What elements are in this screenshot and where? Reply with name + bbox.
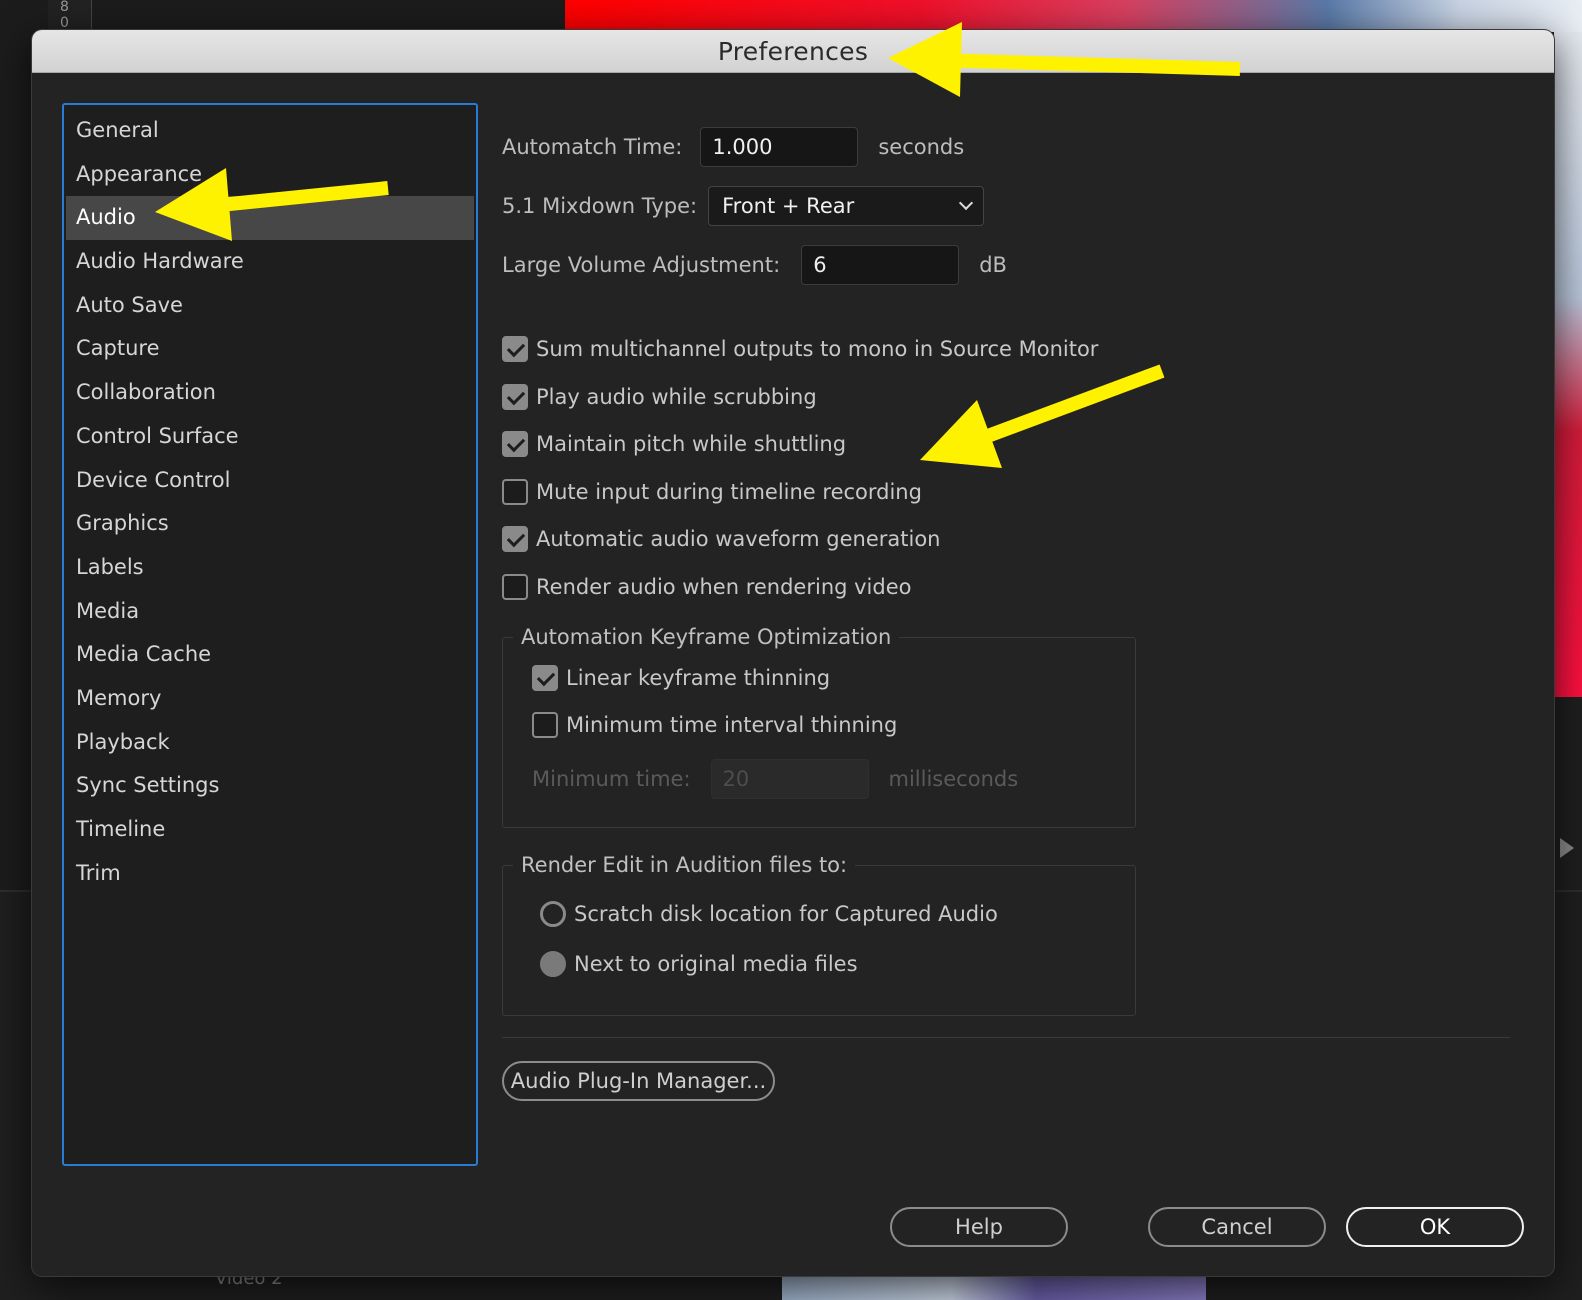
checkbox-render-audio[interactable] (502, 574, 528, 600)
chevron-down-icon (959, 195, 974, 211)
category-sync-settings[interactable]: Sync Settings (66, 764, 474, 808)
dialog-titlebar[interactable]: Preferences (32, 30, 1554, 73)
timeline-clip[interactable] (782, 1272, 1206, 1300)
checkbox-sum-mono[interactable] (502, 336, 528, 362)
checkbox-waveform[interactable] (502, 526, 528, 552)
automatch-input[interactable]: 1.000 (700, 127, 859, 167)
radio-label: Next to original media files (574, 952, 858, 976)
cancel-button[interactable]: Cancel (1148, 1207, 1326, 1247)
category-playback[interactable]: Playback (66, 721, 474, 765)
audio-settings-panel: Automatch Time: 1.000 seconds 5.1 Mixdow… (502, 103, 1522, 1203)
render-group-title: Render Edit in Audition files to: (513, 851, 856, 879)
large-volume-unit: dB (979, 253, 1007, 277)
category-capture[interactable]: Capture (66, 327, 474, 371)
ruler-digit: 0 (60, 15, 69, 31)
min-time-label: Minimum time: (532, 767, 691, 791)
category-appearance[interactable]: Appearance (66, 153, 474, 197)
large-volume-row: Large Volume Adjustment: 6 dB (502, 245, 1007, 285)
checkbox-play-scrubbing[interactable] (502, 384, 528, 410)
checkbox-mute-input[interactable] (502, 479, 528, 505)
checkbox-row-waveform[interactable]: Automatic audio waveform generation (502, 526, 940, 552)
category-graphics[interactable]: Graphics (66, 502, 474, 546)
mixdown-row: 5.1 Mixdown Type: Front + Rear (502, 186, 985, 226)
background-monitor-edge (1554, 32, 1582, 697)
checkbox-label: Sum multichannel outputs to mono in Sour… (536, 337, 1099, 361)
automatch-unit: seconds (878, 135, 965, 159)
checkbox-label: Render audio when rendering video (536, 575, 912, 599)
mixdown-label: 5.1 Mixdown Type: (502, 194, 698, 218)
category-audio-hardware[interactable]: Audio Hardware (66, 240, 474, 284)
dialog-title: Preferences (717, 37, 869, 66)
section-divider (502, 1037, 1510, 1038)
category-trim[interactable]: Trim (66, 852, 474, 896)
category-labels[interactable]: Labels (66, 546, 474, 590)
checkbox-row-render-audio[interactable]: Render audio when rendering video (502, 574, 912, 600)
ruler-digit: 8 (60, 0, 69, 15)
preferences-dialog: Preferences General Appearance Audio Aud… (32, 30, 1554, 1276)
category-memory[interactable]: Memory (66, 677, 474, 721)
category-device-control[interactable]: Device Control (66, 459, 474, 503)
help-button[interactable]: Help (890, 1207, 1068, 1247)
category-auto-save[interactable]: Auto Save (66, 284, 474, 328)
checkbox-min-interval[interactable] (532, 712, 558, 738)
category-media-cache[interactable]: Media Cache (66, 633, 474, 677)
automatch-label: Automatch Time: (502, 135, 683, 159)
checkbox-row-min-interval[interactable]: Minimum time interval thinning (532, 712, 897, 738)
radio-next-to-original[interactable] (540, 951, 566, 977)
checkbox-label: Maintain pitch while shuttling (536, 432, 847, 456)
category-list[interactable]: General Appearance Audio Audio Hardware … (62, 103, 478, 1166)
category-timeline[interactable]: Timeline (66, 808, 474, 852)
ok-button[interactable]: OK (1346, 1207, 1524, 1247)
checkbox-row-maintain-pitch[interactable]: Maintain pitch while shuttling (502, 431, 846, 457)
checkbox-label: Mute input during timeline recording (536, 480, 922, 504)
checkbox-label: Play audio while scrubbing (536, 385, 817, 409)
checkbox-linear-thinning[interactable] (532, 665, 558, 691)
checkbox-row-play-scrubbing[interactable]: Play audio while scrubbing (502, 384, 817, 410)
audio-plugin-manager-button[interactable]: Audio Plug-In Manager... (502, 1061, 775, 1101)
min-time-input: 20 (710, 759, 869, 799)
keyframe-optimization-group: Automation Keyframe Optimization Linear … (502, 623, 1136, 828)
radio-scratch-disk[interactable] (540, 901, 566, 927)
background-ruler: 8 0 (48, 0, 92, 32)
large-volume-label: Large Volume Adjustment: (502, 253, 781, 277)
category-control-surface[interactable]: Control Surface (66, 415, 474, 459)
category-general[interactable]: General (66, 109, 474, 153)
mixdown-dropdown[interactable]: Front + Rear (708, 186, 985, 226)
checkbox-label: Linear keyframe thinning (566, 666, 831, 690)
checkbox-row-mute-input[interactable]: Mute input during timeline recording (502, 479, 922, 505)
keyframe-group-title: Automation Keyframe Optimization (513, 623, 900, 651)
play-icon[interactable] (1560, 838, 1574, 858)
checkbox-label: Automatic audio waveform generation (536, 527, 941, 551)
category-media[interactable]: Media (66, 590, 474, 634)
category-audio[interactable]: Audio (66, 196, 474, 241)
large-volume-input[interactable]: 6 (801, 245, 960, 285)
checkbox-row-linear-thinning[interactable]: Linear keyframe thinning (532, 665, 830, 691)
radio-row-scratch-disk[interactable]: Scratch disk location for Captured Audio (540, 901, 998, 927)
min-time-unit: milliseconds (888, 767, 1019, 791)
checkbox-maintain-pitch[interactable] (502, 431, 528, 457)
radio-label: Scratch disk location for Captured Audio (574, 902, 998, 926)
min-time-row: Minimum time: 20 milliseconds (532, 759, 1018, 799)
render-audition-group: Render Edit in Audition files to: Scratc… (502, 851, 1136, 1016)
mixdown-value: Front + Rear (722, 194, 855, 218)
category-collaboration[interactable]: Collaboration (66, 371, 474, 415)
checkbox-label: Minimum time interval thinning (566, 713, 898, 737)
radio-row-next-to-original[interactable]: Next to original media files (540, 951, 858, 977)
background-program-monitor (565, 0, 1582, 32)
checkbox-row-sum-mono[interactable]: Sum multichannel outputs to mono in Sour… (502, 336, 1098, 362)
automatch-row: Automatch Time: 1.000 seconds (502, 127, 964, 167)
